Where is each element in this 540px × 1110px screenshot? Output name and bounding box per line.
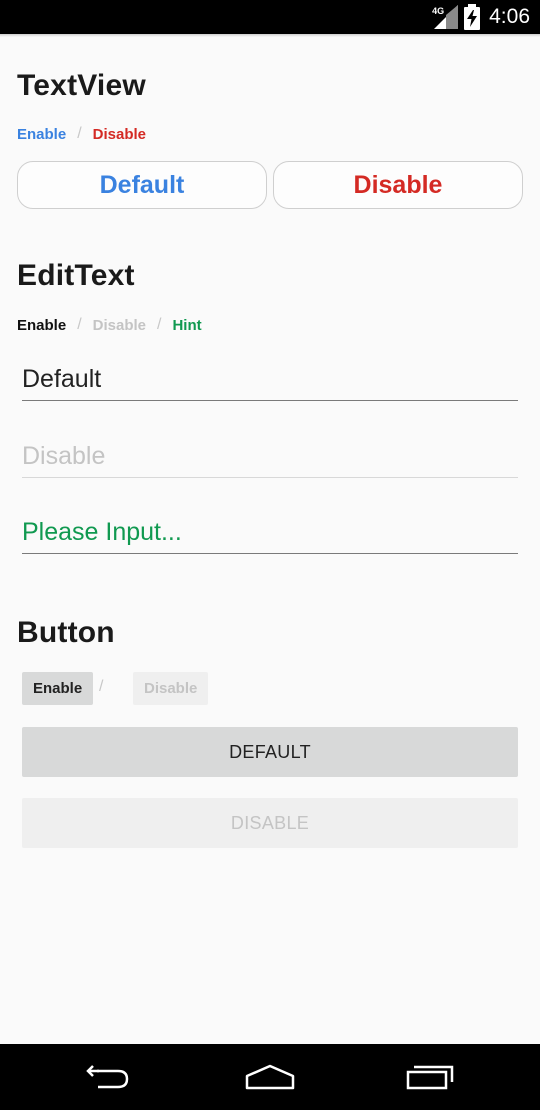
textview-disable-button[interactable]: Disable <box>273 161 523 209</box>
signal-icon: 4G <box>432 5 459 29</box>
disable-button: DISABLE <box>22 798 518 848</box>
default-edit-field[interactable]: Default <box>22 351 518 401</box>
separator: / <box>99 678 104 695</box>
status-bar: 4G 4:06 <box>0 0 540 37</box>
textview-default-button[interactable]: Default <box>17 161 267 209</box>
textview-disable-label: Disable <box>92 125 146 143</box>
small-enable-button[interactable]: Enable <box>22 672 94 705</box>
edittext-title: EditText <box>17 259 135 292</box>
recent-apps-icon[interactable] <box>406 1062 456 1092</box>
separator: / <box>77 125 82 142</box>
network-type: 4G <box>432 6 445 16</box>
hint-edit-field[interactable]: Please Input... <box>22 504 518 554</box>
back-icon[interactable] <box>84 1062 134 1092</box>
edittext-disable-label: Disable <box>92 316 146 334</box>
textview-title: TextView <box>17 69 146 102</box>
button-title: Button <box>17 616 115 649</box>
edittext-enable-label: Enable <box>17 316 67 334</box>
navigation-bar <box>0 1044 540 1110</box>
textview-label-row: Enable / Disable <box>17 125 146 143</box>
textview-enable-label: Enable <box>17 125 67 143</box>
default-button[interactable]: DEFAULT <box>22 727 518 777</box>
home-icon[interactable] <box>245 1062 295 1092</box>
separator: / <box>77 316 82 333</box>
battery-charging-icon <box>464 4 481 30</box>
separator: / <box>157 316 162 333</box>
clock: 4:06 <box>489 5 530 28</box>
edittext-label-row: Enable / Disable / Hint <box>17 316 202 334</box>
disabled-edit-field: Disable <box>22 428 518 478</box>
small-disable-button: Disable <box>133 672 209 705</box>
edittext-hint-label: Hint <box>172 316 202 334</box>
